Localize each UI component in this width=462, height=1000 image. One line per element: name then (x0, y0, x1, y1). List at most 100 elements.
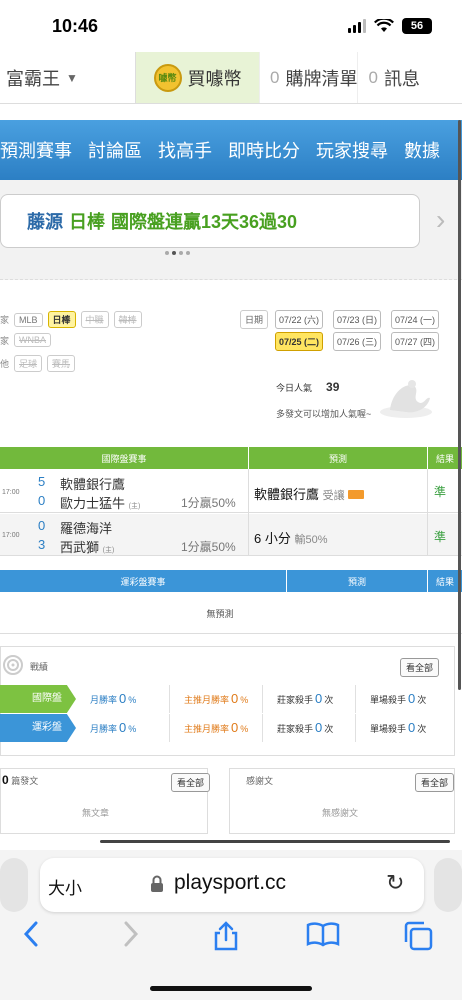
cart-label: 購牌清單 (285, 68, 358, 89)
league-tag-mlb[interactable]: MLB (14, 312, 43, 327)
record-title: 戰績 (30, 662, 49, 672)
caret-down-icon: ▼ (66, 70, 78, 85)
league-tag-npb[interactable]: 日棒 (47, 311, 76, 328)
record-row-label: 國際盤 (0, 685, 76, 713)
carousel-dot[interactable] (186, 251, 190, 255)
team2-name[interactable]: 歐力士猛牛 (主) (60, 493, 140, 512)
stat-name: 月勝率 (90, 695, 118, 705)
date-tag[interactable]: 07/24 (一) (391, 310, 440, 329)
team2-score: 0 (38, 493, 46, 508)
chevron-right-icon[interactable]: › (436, 204, 445, 236)
result-correct: 準 (434, 530, 447, 544)
articles-view-all-button[interactable]: 看全部 (171, 773, 211, 792)
promo-banner[interactable]: 藤源 日棒 國際盤連贏13天36過30 (0, 194, 420, 248)
no-articles-text: 無文章 (82, 808, 110, 818)
prediction-note: 輸50% (294, 534, 328, 546)
cart-link[interactable]: 0 購牌清單 (259, 52, 357, 103)
menu-item-player-search[interactable]: 玩家搜尋 (308, 137, 396, 163)
team2-name[interactable]: 西武獅 (主) (60, 537, 114, 556)
tabs-icon[interactable] (402, 920, 434, 959)
articles-title: 0 篇發文 (2, 773, 38, 787)
stat-unit: % (128, 695, 137, 705)
menu-item-live-score[interactable]: 即時比分 (220, 137, 308, 163)
menu-item-forum[interactable]: 討論區 (80, 137, 150, 163)
menu-item-data[interactable]: 數據 (396, 137, 448, 163)
popularity-value: 39 (326, 380, 340, 394)
lottery-table-header-result: 結果 (428, 570, 462, 592)
forward-icon[interactable] (122, 920, 140, 955)
league-tag-wnba[interactable]: WNBA (14, 333, 52, 347)
team1-name[interactable]: 軟體銀行鷹 (60, 474, 125, 493)
prediction-value: 6 小分 (254, 531, 291, 546)
date-tag[interactable]: 07/22 (六) (275, 310, 324, 329)
stat-unit: % (128, 724, 137, 734)
team1-name[interactable]: 羅德海洋 (60, 518, 112, 537)
message-label: 訊息 (383, 68, 420, 89)
buy-coin-button[interactable]: 噱幣 買噱幣 (135, 52, 259, 103)
popularity: 今日人氣 39 (276, 380, 339, 394)
thanks-view-all-button[interactable]: 看全部 (415, 773, 455, 792)
message-link[interactable]: 0 訊息 (357, 52, 420, 103)
prediction-note: 受讓 (322, 490, 345, 502)
team2-text: 西武獅 (60, 540, 100, 555)
popularity-hint: 多發文可以增加人氣喔~ (276, 409, 372, 419)
bookmarks-icon[interactable] (306, 920, 340, 955)
banner-text: 國際盤連贏13天36過30 (111, 212, 298, 232)
coin-icon: 噱幣 (153, 63, 182, 92)
stat-name: 單場殺手 (370, 695, 407, 705)
battery-icon: 56 (402, 18, 432, 34)
url-text[interactable]: playsport.cc (174, 871, 286, 895)
carousel-dot-active[interactable] (172, 251, 176, 255)
scrollbar[interactable] (458, 120, 461, 690)
game-time: 17:00 (2, 489, 20, 496)
previous-tab-preview[interactable] (0, 858, 28, 912)
reload-icon[interactable]: ↻ (386, 870, 404, 896)
league-tag-kbo[interactable]: 韓棒 (113, 311, 142, 328)
date-tag[interactable]: 07/23 (日) (333, 310, 382, 329)
team2-score: 3 (38, 537, 46, 552)
menu-item-predict[interactable]: 預測賽事 (0, 137, 80, 163)
menu-item-experts[interactable]: 找高手 (150, 137, 220, 163)
prediction: 軟體銀行鷹 受讓 (254, 484, 365, 503)
thanks-title: 感謝文 (246, 776, 274, 786)
date-tag[interactable]: 07/26 (三) (333, 332, 382, 351)
lock-icon (150, 875, 164, 898)
league-filter-row-2: 家 WNBA (0, 333, 52, 347)
league-tag-soccer[interactable]: 足球 (14, 355, 43, 372)
carousel-dots (165, 251, 190, 255)
date-tag[interactable]: 07/27 (四) (391, 332, 440, 351)
stat-unit: 次 (417, 724, 427, 734)
stat-unit: 次 (417, 695, 427, 705)
carousel-dot[interactable] (179, 251, 183, 255)
stat-unit: % (240, 695, 249, 705)
date-tag-selected[interactable]: 07/25 (二) (275, 332, 324, 351)
lottery-table-header-pred: 預測 (287, 570, 427, 592)
stat-name: 主推月勝率 (184, 695, 230, 705)
next-tab-preview[interactable] (434, 858, 462, 912)
record-view-all-button[interactable]: 看全部 (400, 658, 440, 677)
result-correct: 準 (434, 485, 447, 499)
articles-label: 篇發文 (11, 776, 39, 786)
status-time: 10:46 (52, 16, 99, 36)
no-prediction-text: 無預測 (206, 609, 234, 619)
no-thanks-text: 無感謝文 (322, 808, 359, 818)
lottery-table-header-match: 運彩盤賽事 (0, 570, 286, 592)
home-indicator (150, 986, 312, 991)
record-cell-banker-killer: 莊家殺手 0 次 (262, 685, 355, 713)
carousel-dot[interactable] (165, 251, 169, 255)
league-filter-row-3: 他 足球 賽馬 (0, 355, 76, 372)
league-tag-cpbl[interactable]: 中職 (80, 311, 109, 328)
text-size-button[interactable]: 大小 (48, 874, 82, 899)
game-time: 17:00 (2, 532, 20, 539)
record-cell-single-killer: 單場殺手 0 次 (355, 685, 448, 713)
horizontal-scrollbar[interactable] (100, 840, 450, 843)
brand-name: 富霸王 (6, 68, 60, 89)
articles-count: 0 (2, 773, 9, 787)
share-icon[interactable] (212, 920, 240, 959)
stat-name: 莊家殺手 (277, 695, 314, 705)
back-icon[interactable] (22, 920, 40, 955)
league-tag-horse[interactable]: 賽馬 (47, 355, 76, 372)
target-icon (3, 655, 23, 675)
user-menu[interactable]: 富霸王 ▼ (0, 52, 135, 103)
main-menu: 預測賽事 討論區 找高手 即時比分 玩家搜尋 數據 (0, 120, 462, 180)
